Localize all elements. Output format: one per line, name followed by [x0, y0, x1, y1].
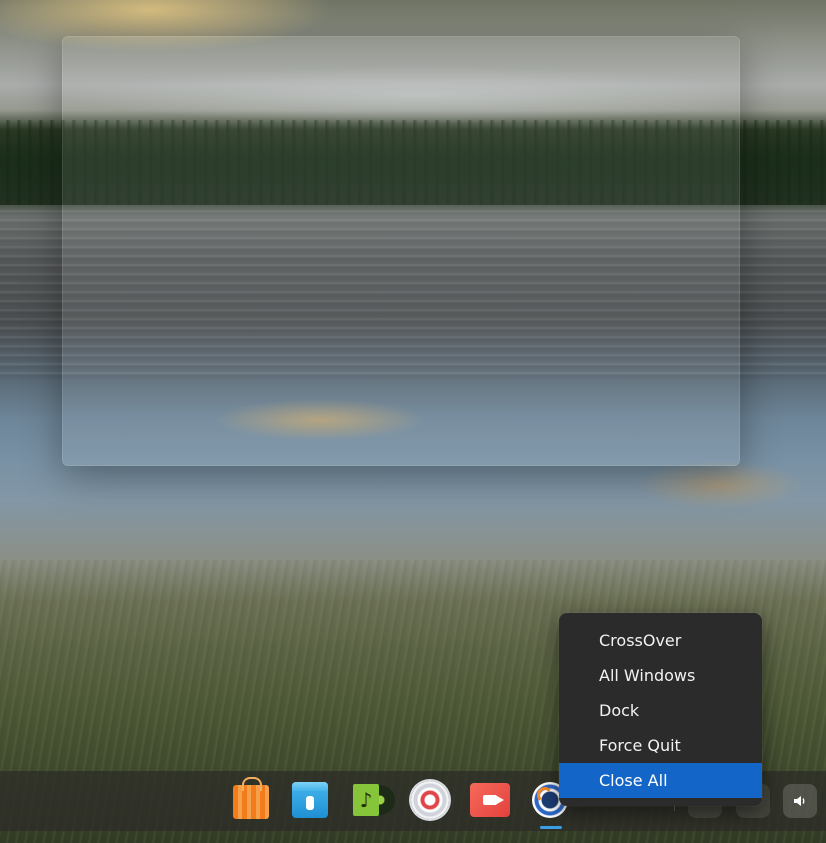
volume-icon[interactable] — [783, 784, 817, 818]
menu-item-dock[interactable]: Dock — [559, 693, 762, 728]
settings-icon[interactable] — [410, 780, 450, 820]
screen-recorder-icon[interactable] — [470, 780, 510, 820]
music-player-icon[interactable]: ♪ — [350, 780, 395, 820]
active-app-indicator — [540, 826, 562, 829]
window-preview[interactable] — [62, 36, 740, 466]
dock-context-menu: CrossOver All Windows Dock Force Quit Cl… — [559, 613, 762, 806]
menu-item-crossover[interactable]: CrossOver — [559, 623, 762, 658]
menu-item-all-windows[interactable]: All Windows — [559, 658, 762, 693]
menu-item-close-all[interactable]: Close All — [559, 763, 762, 798]
menu-item-force-quit[interactable]: Force Quit — [559, 728, 762, 763]
app-store-icon[interactable] — [231, 777, 271, 820]
archive-manager-icon[interactable] — [290, 780, 330, 820]
